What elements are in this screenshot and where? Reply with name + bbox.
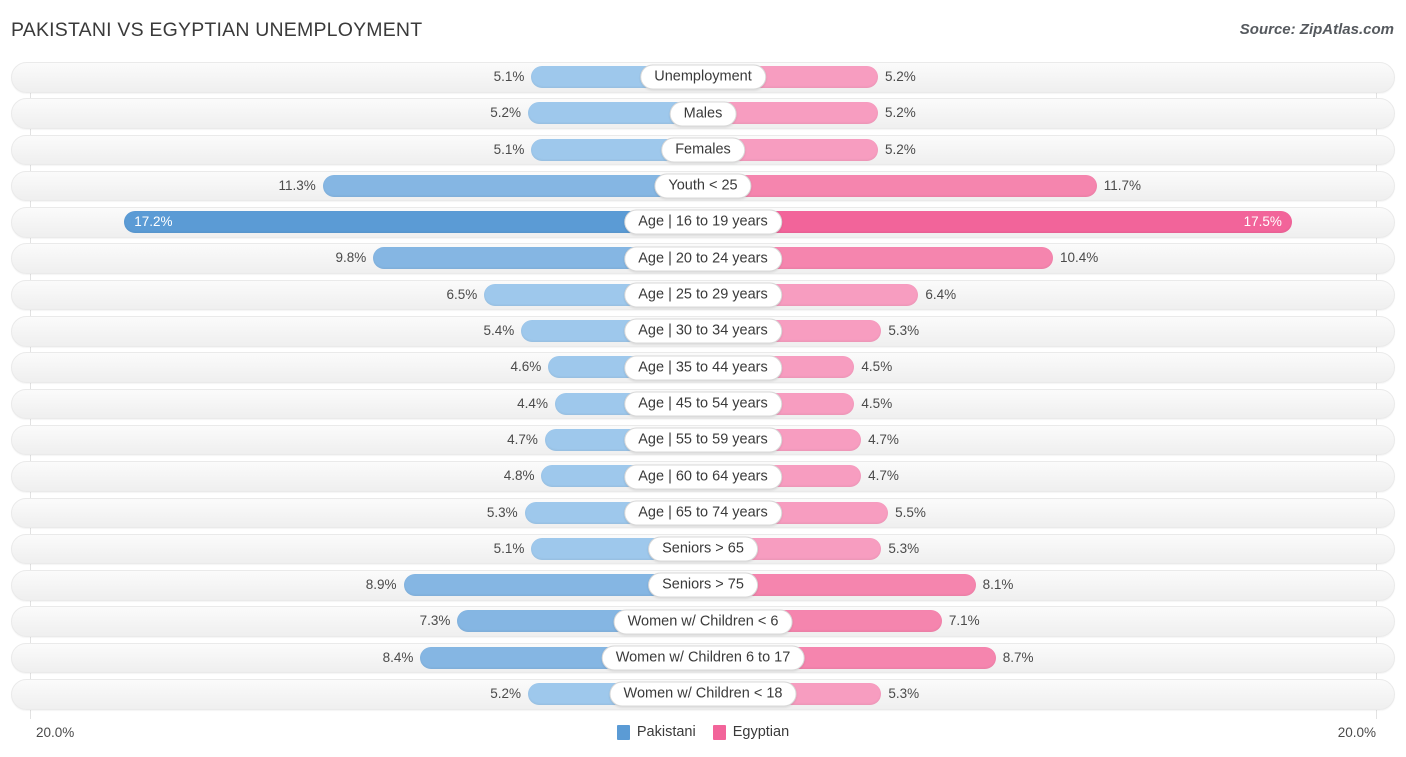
bar-value-pakistani: 5.2%: [490, 105, 522, 121]
bar-pakistani[interactable]: 17.2%: [124, 211, 703, 234]
bar-value-egyptian: 10.4%: [1059, 250, 1099, 266]
bar-value-pakistani: 17.2%: [134, 214, 173, 230]
row-label-pill: Males: [669, 101, 737, 127]
chart-plot-area: 5.1% 5.2% Unemployment 5.2% 5.2% Males 5.1% 5.2…: [0, 62, 1406, 719]
bar-value-pakistani: 5.4%: [483, 323, 515, 339]
source-attribution: Source: ZipAtlas.com: [1239, 21, 1394, 38]
chart-footer: 20.0% 20.0% Pakistani Egyptian: [0, 719, 1406, 757]
bar-value-egyptian: 6.4%: [925, 286, 957, 302]
chart-row[interactable]: 6.5% 6.4% Age | 25 to 29 years: [0, 279, 1406, 311]
chart-row[interactable]: 7.3% 7.1% Women w/ Children < 6: [0, 606, 1406, 637]
bar-value-pakistani: 4.8%: [503, 468, 535, 484]
bar-value-pakistani: 5.2%: [490, 686, 522, 702]
bar-egyptian[interactable]: 17.5%: [703, 211, 1292, 234]
chart-row[interactable]: 5.1% 5.2% Females: [0, 134, 1406, 166]
chart-rows: 5.1% 5.2% Unemployment 5.2% 5.2% Males 5.1% 5.2…: [0, 62, 1406, 715]
bar-value-egyptian: 4.5%: [861, 395, 893, 411]
legend-label: Pakistani: [636, 724, 696, 740]
row-label-pill: Women w/ Children < 6: [613, 609, 793, 635]
chart-header: PAKISTANI VS EGYPTIAN UNEMPLOYMENT Sourc…: [0, 0, 1406, 62]
bar-value-egyptian: 4.7%: [868, 468, 899, 484]
bar-value-egyptian: 7.1%: [948, 613, 980, 629]
bar-value-pakistani: 5.3%: [486, 504, 518, 520]
bar-value-pakistani: 8.9%: [365, 577, 397, 593]
chart-row[interactable]: 9.8% 10.4% Age | 20 to 24 years: [0, 243, 1406, 274]
bar-value-pakistani: 7.3%: [419, 613, 451, 629]
row-label-pill: Youth < 25: [654, 173, 752, 199]
bar-value-egyptian: 8.1%: [982, 577, 1014, 593]
row-label-pill: Seniors > 65: [648, 536, 758, 562]
chart-row[interactable]: 4.7% 4.7% Age | 55 to 59 years: [0, 424, 1406, 456]
chart-row[interactable]: 5.4% 5.3% Age | 30 to 34 years: [0, 316, 1406, 347]
bar-value-pakistani: 11.3%: [278, 177, 316, 193]
chart-row[interactable]: 4.6% 4.5% Age | 35 to 44 years: [0, 352, 1406, 383]
bar-value-egyptian: 5.3%: [888, 540, 920, 556]
bar-value-pakistani: 9.8%: [335, 250, 367, 266]
chart-row[interactable]: 8.4% 8.7% Women w/ Children 6 to 17: [0, 642, 1406, 674]
chart-row[interactable]: 17.2% 17.5% Age | 16 to 19 years: [0, 207, 1406, 238]
bar-pakistani[interactable]: 11.3%: [278, 174, 703, 197]
bar-value-pakistani: 4.7%: [507, 431, 538, 447]
bar-value-egyptian: 5.2%: [884, 141, 916, 157]
bar-value-egyptian: 5.3%: [888, 686, 920, 702]
bar-value-pakistani: 5.1%: [493, 141, 525, 157]
page-title: PAKISTANI VS EGYPTIAN UNEMPLOYMENT: [11, 19, 423, 41]
legend-swatch-icon: [712, 724, 726, 740]
row-label-pill: Women w/ Children < 18: [609, 681, 797, 707]
chart-row[interactable]: 5.2% 5.3% Women w/ Children < 18: [0, 679, 1406, 710]
row-label-pill: Age | 45 to 54 years: [624, 391, 782, 417]
bar-value-pakistani: 6.5%: [446, 286, 478, 302]
row-label-pill: Age | 65 to 74 years: [624, 500, 782, 526]
chart-row[interactable]: 8.9% 8.1% Seniors > 75: [0, 570, 1406, 601]
bar-value-pakistani: 8.4%: [382, 649, 414, 665]
row-label-pill: Age | 35 to 44 years: [624, 355, 782, 381]
row-label-pill: Age | 55 to 59 years: [624, 427, 782, 453]
bar-value-egyptian: 17.5%: [1243, 214, 1282, 230]
bar-value-egyptian: 8.7%: [1002, 649, 1034, 665]
row-label-pill: Seniors > 75: [648, 572, 758, 598]
row-label-pill: Age | 60 to 64 years: [624, 464, 782, 490]
bar-value-pakistani: 4.4%: [517, 395, 548, 411]
row-label-pill: Women w/ Children 6 to 17: [601, 645, 805, 671]
legend-item[interactable]: Egyptian: [712, 724, 790, 740]
chart-row[interactable]: 5.3% 5.5% Age | 65 to 74 years: [0, 497, 1406, 529]
row-label-pill: Age | 25 to 29 years: [624, 282, 782, 308]
legend-swatch-icon: [616, 724, 630, 740]
bar-egyptian[interactable]: 11.7%: [703, 174, 1141, 197]
chart-row[interactable]: 5.1% 5.2% Unemployment: [0, 62, 1406, 93]
chart-row[interactable]: 4.4% 4.5% Age | 45 to 54 years: [0, 388, 1406, 420]
row-label-pill: Age | 30 to 34 years: [624, 318, 782, 344]
bar-value-egyptian: 11.7%: [1103, 177, 1141, 193]
chart-row[interactable]: 5.2% 5.2% Males: [0, 98, 1406, 129]
bar-value-pakistani: 5.1%: [493, 540, 525, 556]
bar-value-egyptian: 5.2%: [884, 69, 916, 84]
bar-value-egyptian: 4.7%: [868, 431, 899, 447]
bar-value-egyptian: 5.3%: [888, 323, 920, 339]
row-label-pill: Females: [661, 137, 745, 163]
bar-value-egyptian: 4.5%: [861, 359, 893, 375]
chart-legend: Pakistani Egyptian: [0, 724, 1406, 740]
row-label-pill: Age | 16 to 19 years: [624, 209, 782, 235]
bar-value-pakistani: 5.1%: [493, 69, 525, 84]
chart-row[interactable]: 5.1% 5.3% Seniors > 65: [0, 533, 1406, 565]
bar-value-egyptian: 5.2%: [884, 105, 916, 121]
bar-value-egyptian: 5.5%: [895, 504, 926, 520]
row-label-pill: Unemployment: [640, 64, 766, 90]
chart-row[interactable]: 11.3% 11.7% Youth < 25: [0, 170, 1406, 202]
chart-row[interactable]: 4.8% 4.7% Age | 60 to 64 years: [0, 461, 1406, 492]
row-label-pill: Age | 20 to 24 years: [624, 246, 782, 272]
legend-item[interactable]: Pakistani: [616, 724, 696, 740]
bar-value-pakistani: 4.6%: [510, 359, 542, 375]
legend-label: Egyptian: [732, 724, 790, 740]
